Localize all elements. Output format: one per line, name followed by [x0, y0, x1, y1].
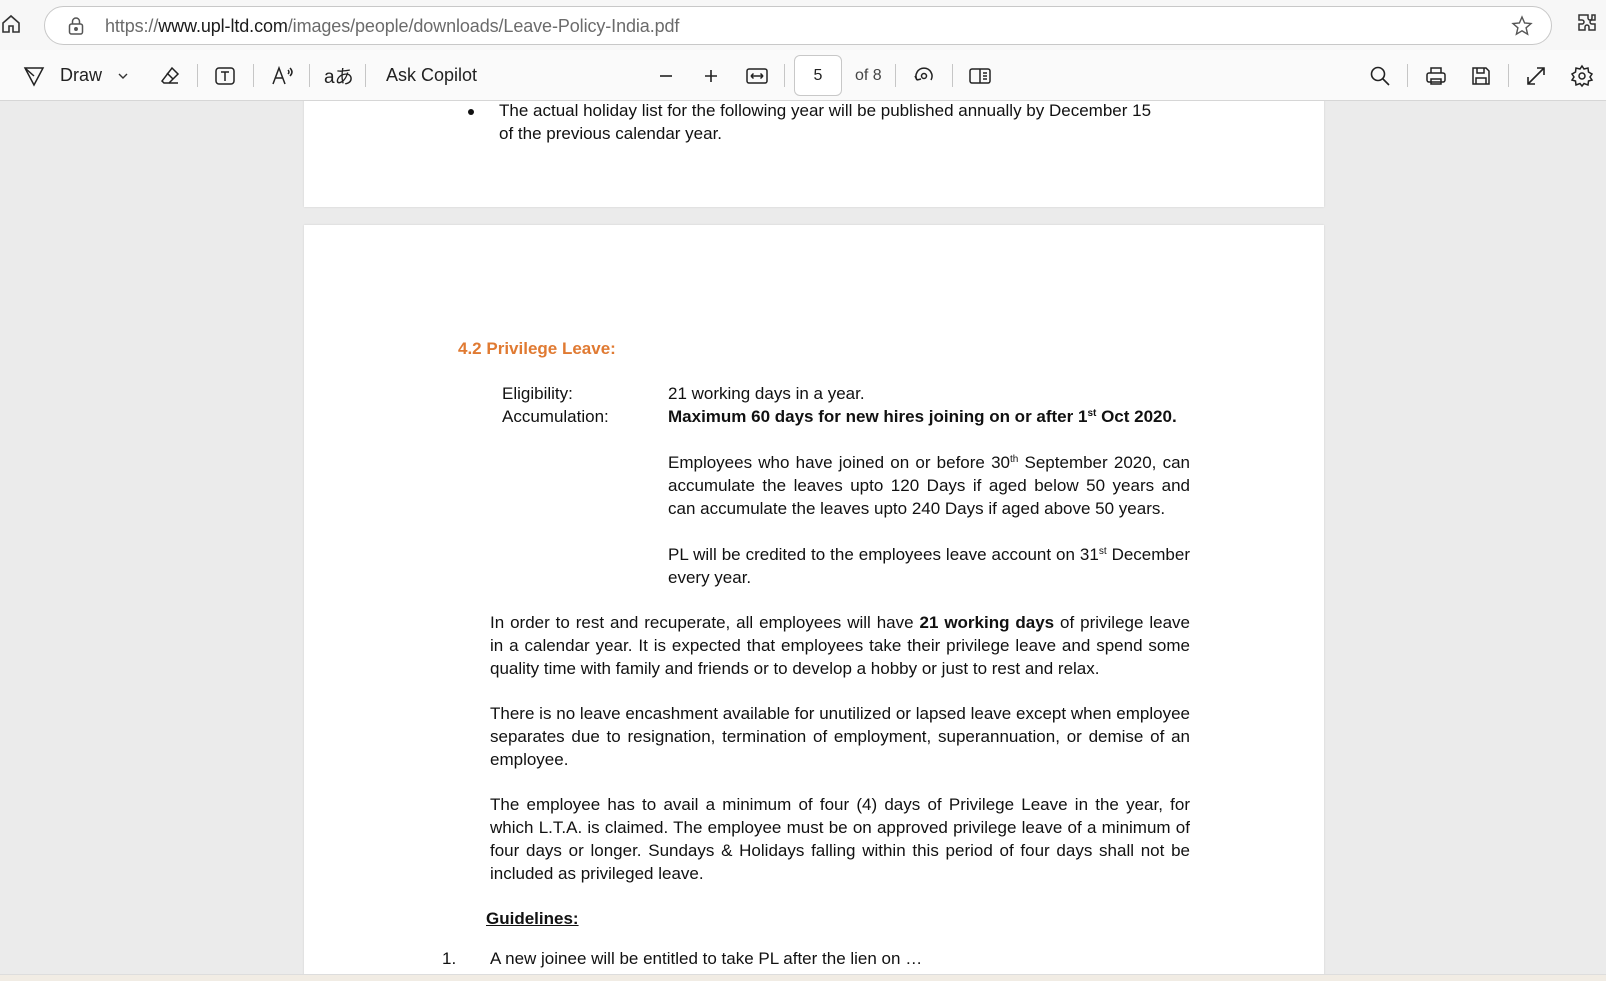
save-icon[interactable] — [1470, 50, 1492, 101]
accumulation-value: Maximum 60 days for new hires joining on… — [668, 405, 1177, 428]
toolbar-divider — [952, 64, 953, 87]
url-text: https://www.upl-ltd.com/images/people/do… — [105, 16, 679, 37]
para1-pre: In order to rest and recuperate, all emp… — [490, 613, 920, 632]
accumulation-paragraph-1: Employees who have joined on or before 3… — [668, 451, 1190, 520]
accumulation-paragraph-2: PL will be credited to the employees lea… — [668, 543, 1190, 589]
policy-paragraph-2: There is no leave encashment available f… — [490, 704, 1190, 769]
search-icon[interactable] — [1369, 50, 1391, 101]
page-number-input[interactable]: 5 — [794, 55, 842, 96]
lock-icon[interactable] — [67, 16, 85, 41]
policy-paragraph-3: The employee has to avail a minimum of f… — [490, 795, 1190, 883]
guideline-item-number: 1. — [442, 949, 457, 968]
acc-p1-pre: Employees who have joined on or before 3… — [668, 453, 1010, 472]
extensions-icon[interactable] — [1576, 12, 1598, 39]
acc-p2-pre: PL will be credited to the employees lea… — [668, 545, 1099, 564]
para1-bold: 21 working days — [919, 613, 1055, 632]
section-title: Privilege Leave: — [486, 339, 616, 358]
draw-tool-icon[interactable] — [22, 50, 46, 101]
accumulation-sup: st — [1087, 408, 1097, 419]
eligibility-label: Eligibility: — [502, 384, 573, 403]
zoom-out-icon[interactable] — [657, 50, 675, 101]
toolbar-divider — [197, 64, 198, 87]
text-box-icon[interactable] — [213, 50, 237, 101]
translate-icon[interactable]: aあ — [324, 50, 354, 101]
page-view-icon[interactable] — [968, 50, 992, 101]
section-heading: 4.2 Privilege Leave: — [458, 337, 616, 360]
accumulation-value-pre: Maximum 60 days for new hires joining on… — [668, 407, 1088, 426]
toolbar-divider — [784, 64, 785, 87]
bullet-text-line2: of the previous calendar year. — [499, 124, 723, 143]
eraser-icon[interactable] — [158, 50, 182, 101]
favorite-star-icon[interactable] — [1511, 15, 1533, 42]
print-icon[interactable] — [1424, 50, 1448, 101]
zoom-in-icon[interactable] — [702, 50, 720, 101]
pdf-page-5: 4.2 Privilege Leave: Eligibility: 21 wor… — [304, 225, 1324, 974]
page-total: of 8 — [855, 66, 882, 84]
pdf-viewer[interactable]: The actual holiday list for the followin… — [0, 101, 1606, 974]
pdf-page-4: The actual holiday list for the followin… — [304, 101, 1324, 207]
toolbar-divider — [309, 64, 310, 87]
home-icon[interactable] — [0, 12, 22, 36]
rotate-icon[interactable] — [912, 50, 936, 101]
window-bottom-edge — [0, 974, 1606, 981]
section-number: 4.2 — [458, 339, 482, 358]
eligibility-value: 21 working days in a year. — [668, 384, 865, 403]
bullet-icon — [468, 109, 474, 115]
toolbar-divider — [895, 64, 896, 87]
fullscreen-icon[interactable] — [1525, 50, 1547, 101]
toolbar-divider — [1407, 64, 1408, 87]
toolbar-divider — [1508, 64, 1509, 87]
guideline-item-text: A new joinee will be entitled to take PL… — [490, 949, 923, 968]
draw-options-chevron-icon[interactable] — [116, 50, 130, 101]
accumulation-value-post: Oct 2020. — [1096, 407, 1177, 426]
address-bar-row: https://www.upl-ltd.com/images/people/do… — [0, 0, 1606, 50]
url-path: /images/people/downloads/Leave-Policy-In… — [287, 16, 680, 36]
policy-paragraph-1: In order to rest and recuperate, all emp… — [490, 611, 1190, 680]
acc-p2-sup: st — [1098, 546, 1107, 557]
pdf-toolbar: Draw aあ Ask Copilot 5 of 8 — [0, 50, 1606, 101]
accumulation-label: Accumulation: — [502, 407, 609, 426]
ask-copilot-button[interactable]: Ask Copilot — [386, 50, 477, 101]
url-domain: www.upl-ltd.com — [158, 16, 288, 36]
url-prefix: https:// — [105, 16, 159, 36]
draw-button[interactable]: Draw — [60, 50, 102, 101]
settings-gear-icon[interactable] — [1570, 50, 1594, 101]
toolbar-divider — [365, 64, 366, 87]
bullet-text-line1: The actual holiday list for the followin… — [499, 101, 1152, 120]
guidelines-heading: Guidelines: — [486, 909, 579, 928]
fit-to-width-icon[interactable] — [745, 50, 769, 101]
read-aloud-icon[interactable] — [270, 50, 296, 101]
url-field[interactable]: https://www.upl-ltd.com/images/people/do… — [44, 6, 1552, 45]
toolbar-divider — [253, 64, 254, 87]
